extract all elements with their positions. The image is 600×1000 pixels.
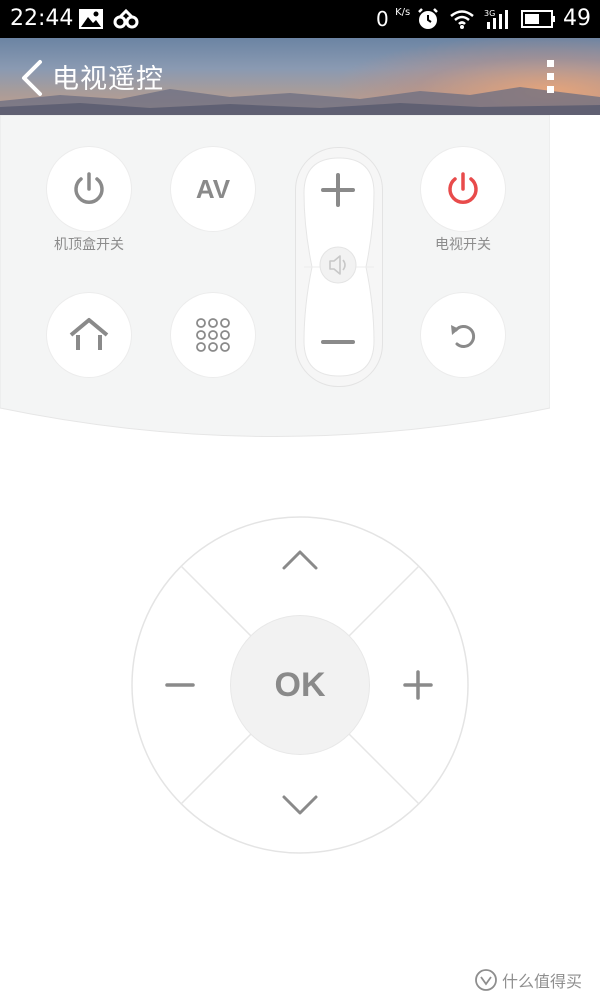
network-speed: 0 K/s bbox=[376, 7, 411, 31]
numpad-grid-icon bbox=[196, 318, 230, 352]
more-menu-button[interactable] bbox=[540, 56, 562, 98]
status-bar: 22:44 0 K/s 3G 49 bbox=[0, 0, 600, 38]
page-title: 电视遥控 bbox=[52, 64, 164, 95]
minus-icon bbox=[321, 340, 355, 344]
battery-icon bbox=[521, 0, 557, 38]
more-vertical-icon bbox=[547, 60, 554, 93]
dpad-left-minus-button[interactable] bbox=[140, 640, 220, 730]
av-label: AV bbox=[195, 173, 231, 204]
watermark-logo-icon bbox=[475, 969, 497, 991]
svg-text:3G: 3G bbox=[484, 9, 495, 18]
chevron-up-icon bbox=[282, 550, 318, 570]
header-bar: 电视遥控 bbox=[0, 38, 600, 115]
dpad-right-plus-button[interactable] bbox=[378, 640, 458, 730]
dpad-up-button[interactable] bbox=[250, 525, 350, 595]
ok-label: OK bbox=[274, 665, 326, 704]
tv-power-label: 电视开关 bbox=[435, 237, 491, 253]
tv-power-button[interactable] bbox=[421, 147, 505, 231]
numpad-button[interactable] bbox=[171, 293, 255, 377]
minus-icon bbox=[165, 683, 195, 687]
alarm-icon bbox=[416, 0, 440, 38]
return-button[interactable] bbox=[421, 293, 505, 377]
chevron-left-icon bbox=[22, 60, 42, 96]
app-notification-icon bbox=[112, 0, 140, 38]
cellular-signal-icon: 3G bbox=[483, 0, 513, 38]
stb-power-button[interactable] bbox=[47, 147, 131, 231]
ok-button[interactable]: OK bbox=[231, 616, 369, 754]
chevron-down-icon bbox=[282, 795, 318, 815]
plus-icon bbox=[403, 670, 433, 700]
speaker-icon bbox=[319, 246, 357, 284]
volume-down-button[interactable] bbox=[308, 312, 368, 372]
power-icon bbox=[74, 172, 104, 204]
mute-button[interactable] bbox=[318, 245, 358, 285]
stb-power-label: 机顶盒开关 bbox=[54, 237, 124, 253]
home-button[interactable] bbox=[47, 293, 131, 377]
watermark-text: 什么值得买 bbox=[502, 972, 583, 991]
volume-up-button[interactable] bbox=[308, 160, 368, 220]
undo-icon bbox=[451, 325, 476, 348]
image-notification-icon bbox=[78, 0, 104, 38]
status-time: 22:44 bbox=[10, 6, 74, 31]
home-icon bbox=[69, 318, 109, 350]
plus-icon bbox=[321, 173, 355, 207]
dpad-down-button[interactable] bbox=[250, 770, 350, 840]
back-button[interactable] bbox=[18, 58, 48, 98]
battery-percent: 49 bbox=[563, 6, 591, 31]
power-icon bbox=[448, 172, 478, 204]
watermark: 什么值得买 bbox=[474, 968, 582, 992]
av-button[interactable]: AV bbox=[171, 147, 255, 231]
wifi-icon bbox=[449, 0, 475, 38]
